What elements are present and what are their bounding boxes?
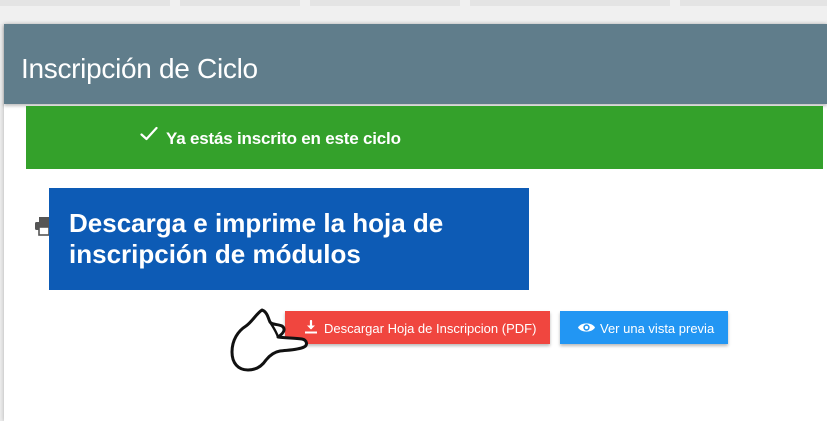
eye-icon bbox=[578, 323, 595, 332]
success-alert: Ya estás inscrito en este ciclo bbox=[26, 106, 823, 169]
download-pdf-button[interactable]: Descargar Hoja de Inscripcion (PDF) bbox=[285, 311, 550, 344]
check-icon bbox=[140, 126, 158, 141]
preview-button[interactable]: Ver una vista previa bbox=[560, 311, 728, 344]
preview-button-label: Ver una vista previa bbox=[600, 321, 715, 336]
callout-text: Descarga e imprime la hoja de inscripció… bbox=[69, 208, 444, 269]
instruction-callout: Descarga e imprime la hoja de inscripció… bbox=[49, 188, 529, 290]
background-top-strip bbox=[0, 0, 827, 24]
success-alert-message: Ya estás inscrito en este ciclo bbox=[166, 129, 401, 148]
page-title: Inscripción de Ciclo bbox=[21, 53, 258, 84]
download-pdf-button-label: Descargar Hoja de Inscripcion (PDF) bbox=[324, 321, 537, 336]
panel-header: Inscripción de Ciclo bbox=[4, 24, 827, 104]
hand-pointer-icon bbox=[230, 308, 308, 372]
